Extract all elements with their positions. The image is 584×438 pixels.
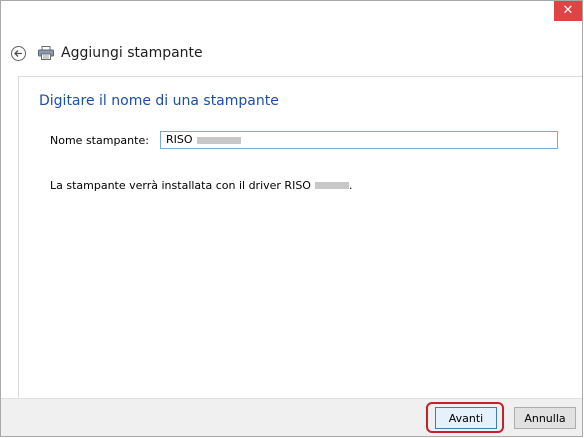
cancel-button[interactable]: Annulla	[514, 407, 576, 429]
back-button[interactable]	[11, 45, 26, 61]
wizard-footer: Avanti Annulla	[1, 398, 582, 436]
wizard-title: Aggiungi stampante	[61, 45, 203, 61]
wizard-header: Aggiungi stampante	[11, 43, 203, 63]
page-heading: Digitare il nome di una stampante	[39, 93, 279, 109]
close-button[interactable]: ✕	[554, 1, 582, 21]
driver-info-prefix: La stampante verrà installata con il dri…	[50, 179, 311, 192]
add-printer-window: ✕ Aggiungi stampante Digitare il nome di…	[0, 0, 583, 437]
next-button[interactable]: Avanti	[435, 407, 497, 429]
redacted-model	[196, 136, 241, 144]
printer-icon	[38, 46, 54, 60]
back-arrow-icon	[14, 49, 22, 57]
driver-info-text: La stampante verrà installata con il dri…	[50, 179, 352, 192]
next-button-label: Avanti	[448, 411, 484, 425]
titlebar: ✕	[1, 1, 582, 29]
printer-name-value: RISO	[166, 133, 193, 146]
cancel-button-label: Annulla	[524, 411, 566, 425]
redacted-driver	[314, 182, 349, 189]
printer-name-label: Nome stampante:	[50, 134, 149, 147]
close-icon: ✕	[562, 3, 574, 18]
content-panel: Digitare il nome di una stampante Nome s…	[18, 76, 582, 400]
printer-name-input[interactable]: RISO	[160, 131, 558, 149]
driver-info-suffix: .	[348, 179, 353, 192]
